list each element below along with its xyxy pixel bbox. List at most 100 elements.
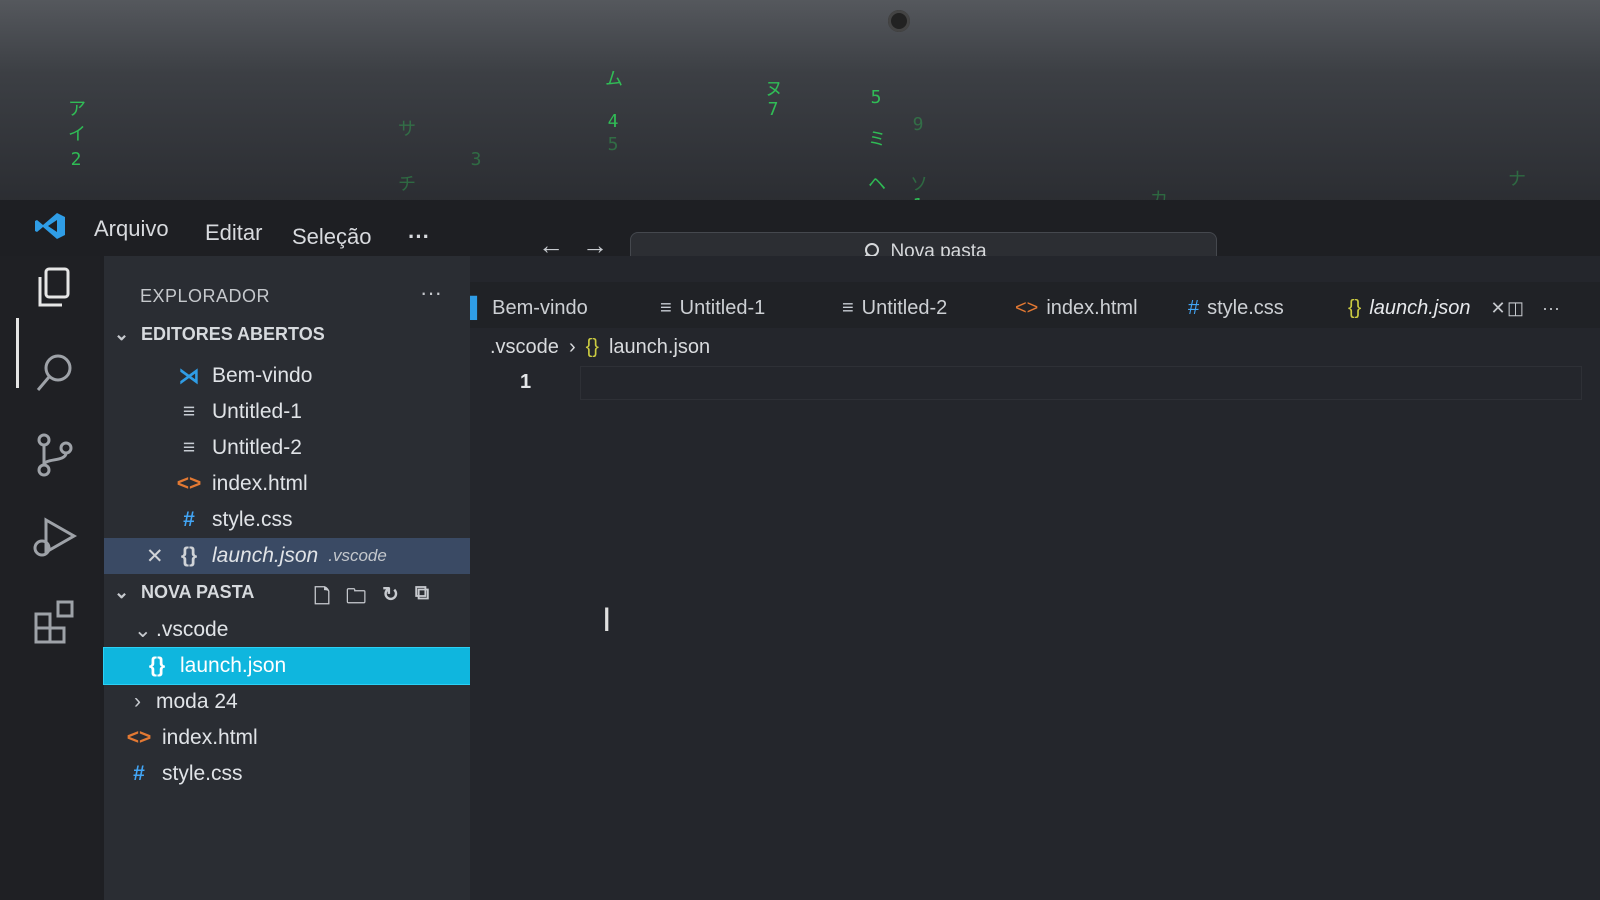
chevron-down-icon: ⌄ [114, 324, 130, 344]
open-editors-header[interactable]: ⌄ EDITORES ABERTOS [114, 324, 325, 345]
open-editor-item[interactable]: # style.css [104, 502, 470, 538]
open-editor-item-active[interactable]: ✕ {} launch.json .vscode [104, 538, 470, 574]
collapse-icon[interactable]: ⧉ [415, 582, 429, 616]
json-file-icon: {} [1348, 296, 1362, 319]
new-file-icon[interactable]: 🗋 [314, 582, 330, 616]
folder-header[interactable]: ⌄ NOVA PASTA 🗋 🗀 ↻ ⧉ [114, 582, 470, 612]
sidebar-more-button[interactable]: ··· [420, 280, 442, 306]
more-actions-icon[interactable]: ··· [1542, 298, 1560, 319]
open-editor-label: launch.json [212, 544, 319, 567]
matrix-glyph: イ [68, 124, 86, 145]
menu-editar[interactable]: Editar [205, 220, 262, 246]
webcam [888, 10, 910, 32]
refresh-icon[interactable]: ↻ [382, 582, 399, 616]
matrix-glyph: ミ [868, 129, 886, 150]
css-file-icon: # [183, 508, 195, 531]
monitor-bezel: ア イ 2 ム 4 5 ヌ 7 5 ミ ヘ 9 ソ 1 サ 8 3 カ ナ 6 … [0, 0, 1600, 240]
extensions-icon[interactable] [30, 596, 80, 646]
open-editor-label: Untitled-1 [212, 400, 302, 423]
editor-area: ▌ Bem-vindo ≡ Untitled-1 ≡ Untitled-2 <>… [470, 256, 1600, 900]
json-file-icon: {} [585, 336, 599, 358]
tab-style-css[interactable]: # style.css [1188, 288, 1284, 328]
tree-folder-item[interactable]: ⌄ .vscode [104, 612, 470, 648]
css-file-icon: # [133, 762, 145, 785]
run-debug-icon[interactable] [30, 512, 80, 562]
chevron-down-icon: ⌄ [134, 618, 152, 642]
json-file-icon: {} [180, 544, 198, 567]
matrix-glyph: サ [398, 119, 416, 140]
tab-launch-json[interactable]: {} launch.json ✕ [1348, 288, 1506, 328]
html-file-icon: <> [1015, 296, 1039, 319]
tree-item-label: style.css [162, 762, 243, 785]
matrix-glyph: 4 [607, 111, 619, 132]
folder-actions: 🗋 🗀 ↻ ⧉ [314, 582, 429, 616]
text-file-icon: ≡ [182, 400, 196, 423]
tab-bem-vindo[interactable]: ▌ Bem-vindo [470, 288, 588, 328]
matrix-glyph: 5 [607, 134, 619, 155]
sidebar-title: EXPLORADOR [140, 286, 271, 306]
line-number: 1 [520, 371, 532, 393]
activity-bar [0, 256, 100, 900]
source-control-icon[interactable] [30, 430, 80, 480]
tab-label: launch.json [1369, 296, 1471, 319]
vscode-window: Arquivo Editar Seleção ··· ← → Nova past… [0, 200, 1600, 900]
css-file-icon: # [1188, 296, 1200, 319]
matrix-glyph: ヘ [868, 174, 886, 195]
active-indicator [16, 318, 19, 388]
open-editor-item[interactable]: ≡ Untitled-2 [104, 430, 470, 466]
text-file-icon: ≡ [842, 296, 854, 319]
menu-more-button[interactable]: ··· [408, 224, 430, 250]
matrix-glyph: 3 [470, 149, 482, 170]
json-file-icon: {} [148, 654, 166, 677]
matrix-glyph: 9 [912, 114, 924, 135]
tab-untitled-1[interactable]: ≡ Untitled-1 [660, 288, 765, 328]
tree-file-item[interactable]: <> index.html [104, 720, 470, 756]
open-editor-item[interactable]: ≡ Untitled-1 [104, 394, 470, 430]
menu-selecao[interactable]: Seleção [292, 224, 372, 250]
close-icon[interactable]: ✕ [1491, 298, 1506, 319]
tree-item-label: launch.json [180, 654, 287, 677]
open-editors-label: EDITORES ABERTOS [141, 324, 325, 344]
matrix-glyph: 2 [70, 149, 82, 170]
tab-untitled-2[interactable]: ≡ Untitled-2 [842, 288, 947, 328]
menu-arquivo[interactable]: Arquivo [94, 216, 169, 242]
tab-label: Untitled-2 [861, 296, 948, 319]
breadcrumb-folder[interactable]: .vscode [490, 336, 559, 359]
open-editor-detail: .vscode [328, 546, 387, 565]
vscode-logo-icon [35, 213, 65, 239]
new-folder-icon[interactable]: 🗀 [346, 582, 366, 616]
explorer-icon[interactable] [30, 262, 80, 312]
tab-label: index.html [1046, 296, 1138, 319]
tree-file-item-selected[interactable]: {} launch.json [103, 647, 471, 685]
breadcrumb: .vscode › {} launch.json [490, 336, 710, 359]
close-icon[interactable]: ✕ [146, 544, 176, 569]
html-file-icon: <> [126, 726, 152, 749]
tree-item-label: index.html [162, 726, 258, 749]
open-editor-label: index.html [212, 472, 308, 495]
vscode-icon: ⋊ [178, 364, 200, 388]
code-editor-line[interactable] [580, 366, 1582, 400]
chevron-right-icon: › [134, 690, 141, 713]
matrix-glyph: 7 [767, 99, 779, 120]
tab-label: style.css [1207, 296, 1284, 319]
breadcrumb-file[interactable]: launch.json [609, 336, 710, 359]
welcome-icon: ▌ [470, 296, 485, 319]
title-bar: Arquivo Editar Seleção ··· ← → Nova past… [0, 200, 1600, 294]
tab-label: Untitled-1 [679, 296, 766, 319]
tree-item-label: .vscode [156, 618, 229, 641]
open-editor-item[interactable]: ⋊ Bem-vindo [104, 358, 470, 394]
tree-folder-item[interactable]: › moda 24 [104, 684, 470, 720]
matrix-glyph: ヌ [765, 79, 783, 100]
chevron-down-icon: ⌄ [114, 582, 130, 602]
open-editor-label: Bem-vindo [212, 364, 313, 387]
search-icon[interactable] [30, 348, 80, 398]
split-editor-icon[interactable]: ◫ [1507, 298, 1524, 319]
text-file-icon: ≡ [182, 436, 196, 459]
tree-file-item[interactable]: # style.css [104, 756, 470, 792]
tab-index-html[interactable]: <> index.html [1015, 288, 1138, 328]
tree-item-label: moda 24 [156, 690, 238, 713]
explorer-sidebar: EXPLORADOR ··· ⌄ EDITORES ABERTOS ⋊ Bem-… [103, 256, 471, 900]
editor-tabs: ▌ Bem-vindo ≡ Untitled-1 ≡ Untitled-2 <>… [470, 282, 1600, 328]
open-editor-item[interactable]: <> index.html [104, 466, 470, 502]
tab-label: Bem-vindo [492, 296, 588, 319]
